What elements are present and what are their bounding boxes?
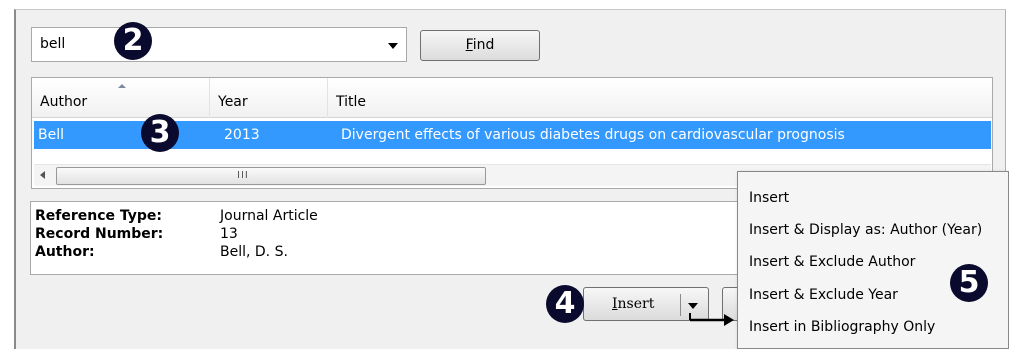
chevron-down-icon[interactable] xyxy=(688,303,698,309)
menu-item-insert-exclude-author[interactable]: Insert & Exclude Author xyxy=(749,254,915,270)
scrollbar-thumb[interactable]: III xyxy=(56,167,486,185)
callout-2: 2 xyxy=(114,22,152,60)
find-button[interactable]: Find xyxy=(420,30,540,61)
column-header-author[interactable]: Author xyxy=(32,78,210,118)
insert-options-menu: Insert Insert & Display as: Author (Year… xyxy=(737,171,1009,349)
detail-label: Author: xyxy=(35,244,95,260)
detail-label: Record Number: xyxy=(35,226,164,242)
column-header-label: Year xyxy=(218,94,248,110)
detail-value: Journal Article xyxy=(220,208,318,224)
search-combobox[interactable]: bell xyxy=(31,27,407,62)
list-header: Author Year Title xyxy=(32,78,992,118)
find-accel: F xyxy=(465,37,473,53)
detail-label: Reference Type: xyxy=(35,208,163,224)
callout-4: 4 xyxy=(546,285,584,323)
sort-ascending-icon xyxy=(118,84,126,88)
find-label-rest: ind xyxy=(472,37,495,53)
column-header-label: Author xyxy=(40,94,88,110)
insert-label-rest: nsert xyxy=(617,296,655,312)
menu-item-insert-display-author-year[interactable]: Insert & Display as: Author (Year) xyxy=(749,222,982,238)
search-value[interactable]: bell xyxy=(40,36,65,52)
arrow-annotation-icon xyxy=(689,313,734,326)
column-header-year[interactable]: Year xyxy=(210,78,328,118)
scroll-left-icon[interactable] xyxy=(40,171,45,179)
callout-5: 5 xyxy=(950,264,988,302)
cell-year: 2013 xyxy=(224,127,260,143)
cell-author: Bell xyxy=(38,127,64,143)
scrollbar-grip: III xyxy=(237,170,249,181)
detail-value: Bell, D. S. xyxy=(220,244,288,260)
insert-button-label[interactable]: Insert xyxy=(612,296,654,312)
split-separator xyxy=(680,294,681,316)
cell-title: Divergent effects of various diabetes dr… xyxy=(341,127,845,143)
dropdown-arrow-icon[interactable] xyxy=(388,43,398,49)
menu-item-insert[interactable]: Insert xyxy=(749,190,789,206)
detail-value: 13 xyxy=(220,226,238,242)
column-header-label: Title xyxy=(336,94,367,110)
column-header-title[interactable]: Title xyxy=(328,78,992,118)
callout-3: 3 xyxy=(141,114,179,152)
menu-item-insert-exclude-year[interactable]: Insert & Exclude Year xyxy=(749,287,898,303)
menu-item-insert-bibliography-only[interactable]: Insert in Bibliography Only xyxy=(749,319,935,335)
